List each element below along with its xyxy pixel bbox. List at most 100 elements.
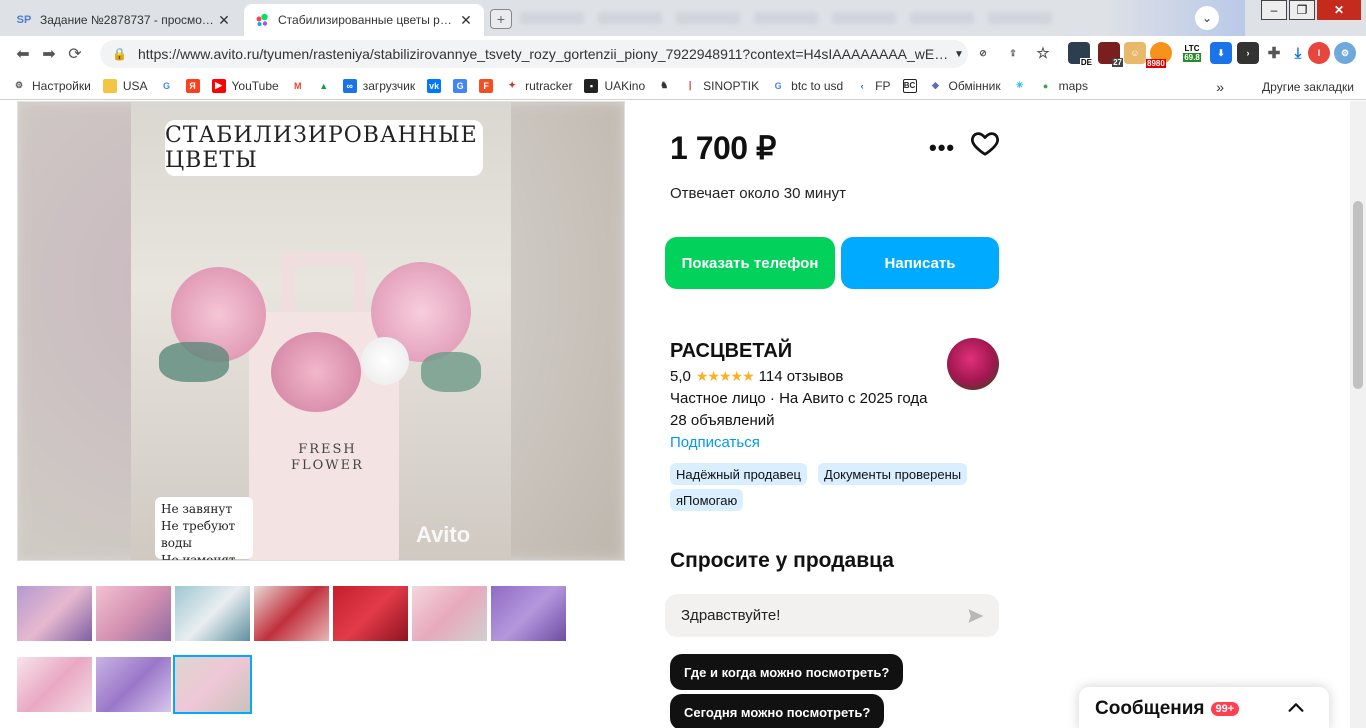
profile-avatar[interactable]: I [1308, 42, 1330, 64]
bookmark-item[interactable]: F [479, 78, 494, 93]
white-flower [361, 337, 409, 385]
page-scrollbar[interactable] [1350, 101, 1366, 728]
thumbnail[interactable] [333, 586, 408, 641]
lock-icon[interactable]: 🔒 [112, 47, 128, 61]
new-tab-button[interactable]: + [490, 9, 512, 29]
bookmark-item[interactable]: ● maps [1038, 78, 1088, 93]
favorite-heart-icon[interactable] [970, 128, 1000, 158]
arrow-extension-icon[interactable]: › [1237, 42, 1259, 64]
url-text[interactable]: https://www.avito.ru/tyumen/rasteniya/st… [138, 46, 950, 62]
subscribe-link[interactable]: Подписаться [670, 434, 760, 451]
reload-icon[interactable]: ⟳ [62, 41, 88, 67]
bookmark-item[interactable]: ✳ [1012, 78, 1027, 93]
ltc-extension-icon[interactable]: LTC 69.8 [1180, 42, 1204, 64]
thumbnail[interactable] [175, 586, 250, 641]
bookmark-item[interactable]: ◆ Обмінник [928, 78, 1001, 93]
tab-avito[interactable]: Стабилизированные цветы розы ✕ [244, 4, 484, 36]
fp-icon: ‹ [855, 78, 870, 93]
rutracker-icon: ✦ [505, 78, 520, 93]
thumbnail[interactable] [412, 586, 487, 641]
bag-text-line-2: FLOWER [291, 458, 364, 473]
face-extension-icon[interactable]: ☺ [1124, 42, 1146, 64]
thumbnail[interactable] [17, 586, 92, 641]
write-message-button[interactable]: Написать [841, 237, 999, 289]
bookmark-item[interactable]: ▪ UAKino [584, 78, 645, 93]
thumbnail[interactable] [491, 586, 566, 641]
seller-avatar[interactable] [947, 338, 999, 390]
badge-ya-pomogayu[interactable]: яПомогаю [670, 489, 744, 511]
seller-name[interactable]: РАСЦВЕТАЙ [670, 340, 792, 363]
close-window-button[interactable]: ✕ [1317, 0, 1361, 20]
blocked-icon[interactable]: ⊘ [972, 42, 994, 64]
back-icon[interactable]: ⬅ [10, 41, 36, 67]
share-icon[interactable]: ⇪ [1002, 42, 1024, 64]
response-time: Отвечает около 30 минут [670, 185, 846, 202]
bookmark-item[interactable]: M [290, 78, 305, 93]
bookmark-item[interactable]: ‹ FP [855, 78, 891, 93]
bookmark-item[interactable]: ⚙ Настройки [12, 78, 91, 93]
bookmark-item[interactable]: ▶ YouTube [211, 78, 279, 93]
bookmark-item[interactable]: G [453, 78, 468, 93]
bookmark-item[interactable]: ∞ загрузчик [342, 78, 415, 93]
tab-title: Стабилизированные цветы розы [278, 13, 458, 27]
extensions-puzzle-icon[interactable]: ✚ [1263, 42, 1285, 64]
globe-extension-icon[interactable]: DE [1068, 42, 1093, 67]
chess-icon: ♞ [657, 78, 672, 93]
bookmark-item[interactable]: ♞ [657, 78, 672, 93]
more-bookmarks-icon[interactable]: » [1216, 79, 1224, 95]
tab-task[interactable]: SP Задание №2878737 - просмотр з ✕ [6, 4, 242, 36]
quick-question-button[interactable]: Где и когда можно посмотреть? [670, 654, 904, 690]
thumbnail-selected[interactable] [173, 655, 252, 714]
bookmark-label: rutracker [525, 78, 573, 93]
sp-favicon-icon: SP [16, 14, 32, 26]
bookmark-label: USA [122, 78, 148, 93]
badge-reliable-seller[interactable]: Надёжный продавец [670, 463, 807, 485]
tabs-extension-icon[interactable]: 27 [1098, 42, 1123, 67]
badge-documents-verified[interactable]: Документы проверены [818, 463, 968, 485]
more-options-icon[interactable]: ••• [929, 135, 955, 161]
bookmark-item[interactable]: G [159, 78, 174, 93]
dropdown-caret-icon[interactable]: ▼ [950, 49, 968, 60]
close-tab-icon[interactable]: ✕ [216, 12, 232, 29]
reviews-count[interactable]: 114 отзывов [759, 368, 844, 385]
seller-rating[interactable]: 5,0 ★★★★★ 114 отзывов [670, 368, 843, 385]
bookmark-item[interactable]: Gbtc to usd [771, 78, 843, 93]
message-input[interactable]: Здравствуйте! [665, 594, 999, 637]
seller-type: Частное лицо · На Авито с 2025 года [670, 390, 928, 407]
thumbnail[interactable] [96, 586, 171, 641]
close-tab-icon[interactable]: ✕ [458, 12, 474, 29]
message-input-value[interactable]: Здравствуйте! [681, 607, 780, 624]
messages-label: Сообщения [1095, 698, 1205, 719]
bookmark-star-icon[interactable]: ☆ [1032, 42, 1054, 64]
minimize-button[interactable]: – [1261, 0, 1287, 20]
show-phone-button[interactable]: Показать телефон [665, 237, 835, 289]
thumbnail[interactable] [254, 586, 329, 641]
photo-banner: СТАБИЛИЗИРОВАННЫЕ ЦВЕТЫ [165, 120, 483, 176]
tab-search-icon[interactable]: ⌄ [1195, 6, 1219, 30]
thumbnail[interactable] [17, 657, 92, 712]
bookmark-item[interactable]: ▲ [316, 78, 331, 93]
address-bar[interactable]: 🔒 https://www.avito.ru/tyumen/rasteniya/… [100, 40, 968, 68]
thumbnail[interactable] [96, 657, 171, 712]
quick-question-button[interactable]: Сегодня можно посмотреть? [670, 694, 885, 728]
sync-icon[interactable]: ⚙ [1334, 42, 1356, 64]
other-bookmarks[interactable]: Другие закладки [1262, 80, 1354, 94]
avito-favicon-icon [254, 12, 270, 28]
chevron-up-icon[interactable] [1285, 697, 1307, 719]
bookmark-item[interactable]: Я [185, 78, 200, 93]
download-extension-icon[interactable]: ⬇ [1210, 42, 1232, 64]
scrollbar-thumb[interactable] [1353, 201, 1363, 389]
downloads-icon[interactable]: ⤓ [1287, 42, 1309, 64]
btc-extension-icon[interactable]: 8980 [1146, 42, 1172, 68]
background-tabs [520, 4, 1105, 32]
forward-icon[interactable]: ➡ [36, 41, 62, 67]
bookmark-item[interactable]: vk [427, 78, 442, 93]
maximize-button[interactable]: ❐ [1289, 0, 1315, 20]
bookmark-item[interactable]: ✦ rutracker [505, 78, 573, 93]
bookmark-item[interactable]: ❘ SINOPTIK [683, 78, 759, 93]
messages-panel[interactable]: Сообщения 99+ [1079, 687, 1329, 728]
bookmark-item[interactable]: BC [902, 78, 917, 93]
main-photo[interactable]: СТАБИЛИЗИРОВАННЫЕ ЦВЕТЫ FRESH FLOWER Не з… [17, 101, 625, 561]
send-icon[interactable] [967, 607, 985, 625]
bookmark-item[interactable]: USA [102, 78, 148, 93]
